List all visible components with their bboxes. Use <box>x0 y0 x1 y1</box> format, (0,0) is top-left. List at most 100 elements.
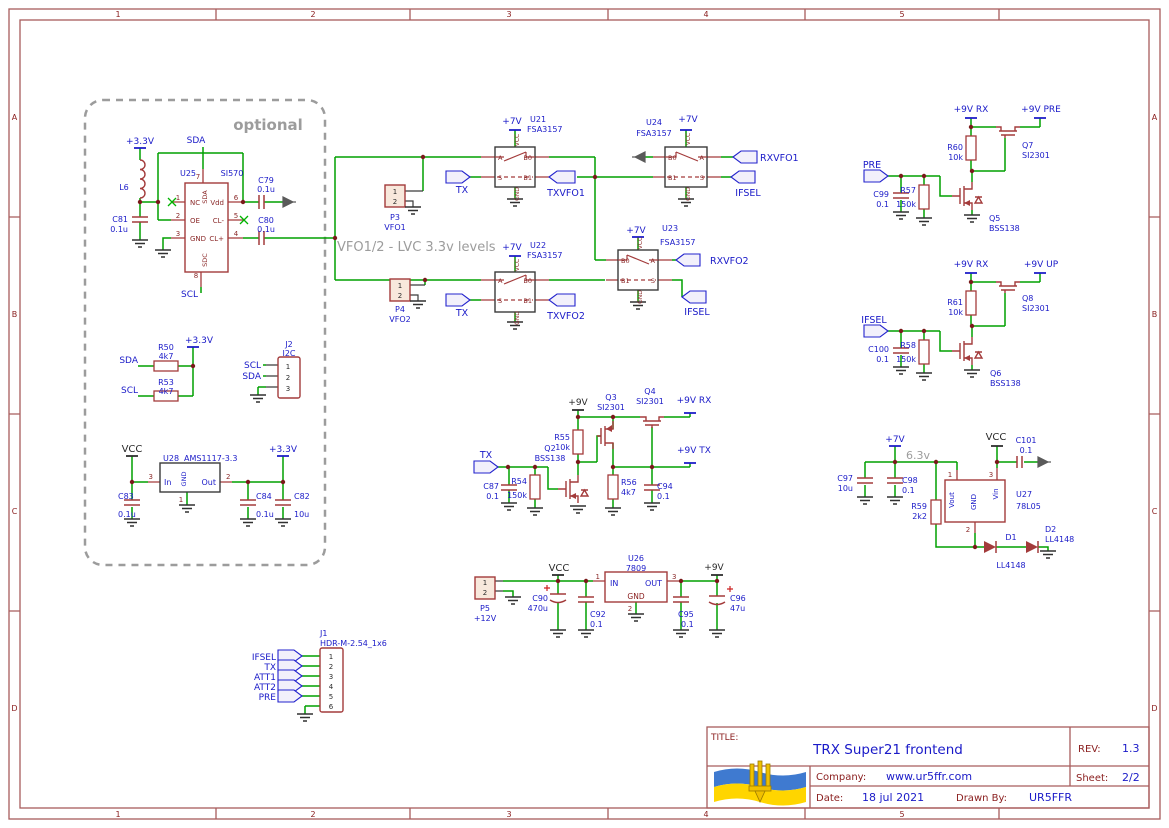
label-10k: 10k <box>948 308 963 317</box>
label-nc: NC <box>190 199 200 207</box>
transistor-q3 <box>597 421 613 449</box>
label-scl: SCL <box>121 386 138 396</box>
label-2: 2 <box>329 663 333 671</box>
label-3: 3 <box>506 10 511 19</box>
label-vcc: VCC <box>549 563 570 574</box>
label-sda: SDA <box>119 356 138 366</box>
label-l6: L6 <box>119 183 129 192</box>
label-bss138: BSS138 <box>990 379 1021 388</box>
schematic-sheet: 1122334455AABBCCDD <box>0 0 1169 828</box>
tag-tx-u21 <box>446 171 470 183</box>
title-block-drawn-by-label: Drawn By: <box>956 793 1007 804</box>
label-r55: R55 <box>554 433 570 442</box>
resistor-r58 <box>919 340 929 364</box>
tag-tx-u22 <box>446 294 470 306</box>
title-block-sheet-label: Sheet: <box>1076 773 1108 784</box>
resistor-r54 <box>530 475 540 499</box>
label-0.1: 0.1 <box>902 486 915 495</box>
label-b1: B1 <box>523 297 532 305</box>
label-6: 6 <box>234 194 239 202</box>
label-rxvfo1: RXVFO1 <box>760 153 799 164</box>
label-2: 2 <box>628 605 632 613</box>
label-0.1: 0.1 <box>1020 446 1033 455</box>
tag-rxvfo1 <box>733 151 757 163</box>
label-j1: J1 <box>319 629 327 638</box>
label-p5: P5 <box>480 604 490 613</box>
label-b1: B1 <box>668 174 677 182</box>
label-6: 6 <box>329 703 334 711</box>
title-block: TITLE: TRX Super21 frontend REV: 1.3 Com… <box>707 727 1149 808</box>
title-block-company: www.ur5ffr.com <box>886 770 972 783</box>
label-+9v: +9V <box>704 563 724 573</box>
label-si2301: SI2301 <box>1022 304 1050 313</box>
label-+7v: +7V <box>502 243 522 253</box>
label-in: In <box>164 478 171 487</box>
label-gnd: GND <box>970 494 978 510</box>
label-b0: B0 <box>523 154 532 162</box>
label-7809: 7809 <box>626 564 646 573</box>
label-+9v-rx: +9V RX <box>954 105 989 115</box>
label-0.1u: 0.1u <box>257 185 275 194</box>
label-d: D <box>11 704 17 713</box>
label-d2: D2 <box>1045 525 1056 534</box>
label-+7v: +7V <box>626 226 646 236</box>
label-ifsel: IFSEL <box>684 307 710 318</box>
label-r50: R50 <box>158 343 174 352</box>
label-q3: Q3 <box>605 393 616 402</box>
tag-j1-pre <box>278 690 302 702</box>
label-4: 4 <box>703 810 708 819</box>
label-q7: Q7 <box>1022 141 1033 150</box>
label-u27: U27 <box>1016 490 1032 499</box>
label-c79: C79 <box>258 176 274 185</box>
label-c95: C95 <box>678 610 694 619</box>
label-+9v-rx: +9V RX <box>677 396 712 406</box>
resistor-r56 <box>608 475 618 499</box>
label-gnd: GND <box>637 290 644 304</box>
title-block-rev: 1.3 <box>1122 742 1140 755</box>
label-txvfo2: TXVFO2 <box>546 311 585 322</box>
label-si2301: SI2301 <box>597 403 625 412</box>
transistor-q5 <box>952 182 982 210</box>
label-pre: PRE <box>863 160 881 171</box>
label-u26: U26 <box>628 554 644 563</box>
label-gnd: GND <box>627 592 644 601</box>
label-bss138: BSS138 <box>989 224 1020 233</box>
label-+9v-pre: +9V PRE <box>1021 105 1061 115</box>
label-u22: U22 <box>530 241 546 250</box>
label-q8: Q8 <box>1022 294 1033 303</box>
label-4k7: 4k7 <box>159 352 174 361</box>
label-c96: C96 <box>730 594 746 603</box>
label-si2301: SI2301 <box>636 397 664 406</box>
label-1: 1 <box>115 10 120 19</box>
label-out: OUT <box>645 579 662 588</box>
label-3: 3 <box>506 810 511 819</box>
label-0.1: 0.1 <box>590 620 603 629</box>
label-150k: 150k <box>896 200 916 209</box>
label-2: 2 <box>286 374 290 382</box>
label-1: 1 <box>115 810 120 819</box>
label-cl+: CL+ <box>209 235 224 243</box>
label-b0: B0 <box>668 154 677 162</box>
label-gnd: GND <box>514 187 521 201</box>
label-2: 2 <box>310 10 315 19</box>
label-+12v: +12V <box>474 614 497 623</box>
label-ll4148: LL4148 <box>996 561 1025 570</box>
schematic-canvas: 1122334455AABBCCDD <box>0 0 1169 828</box>
label-vcc: VCC <box>514 134 521 146</box>
label-150k: 150k <box>507 491 527 500</box>
label-gnd: GND <box>514 311 521 325</box>
label-+7v: +7V <box>678 115 698 125</box>
label-1: 1 <box>596 573 600 581</box>
label-1: 1 <box>286 363 290 371</box>
label-q4: Q4 <box>644 387 655 396</box>
label-78l05: 78L05 <box>1016 502 1041 511</box>
label-vdd: Vdd <box>210 199 224 207</box>
resistor-r57 <box>919 185 929 209</box>
label-u28: U28 <box>163 454 179 463</box>
label-si2301: SI2301 <box>1022 151 1050 160</box>
label-r56: R56 <box>621 478 637 487</box>
title-block-date-label: Date: <box>816 793 843 804</box>
label-rxvfo2: RXVFO2 <box>710 256 749 267</box>
label-u24: U24 <box>646 118 662 127</box>
label-10k: 10k <box>555 443 570 452</box>
